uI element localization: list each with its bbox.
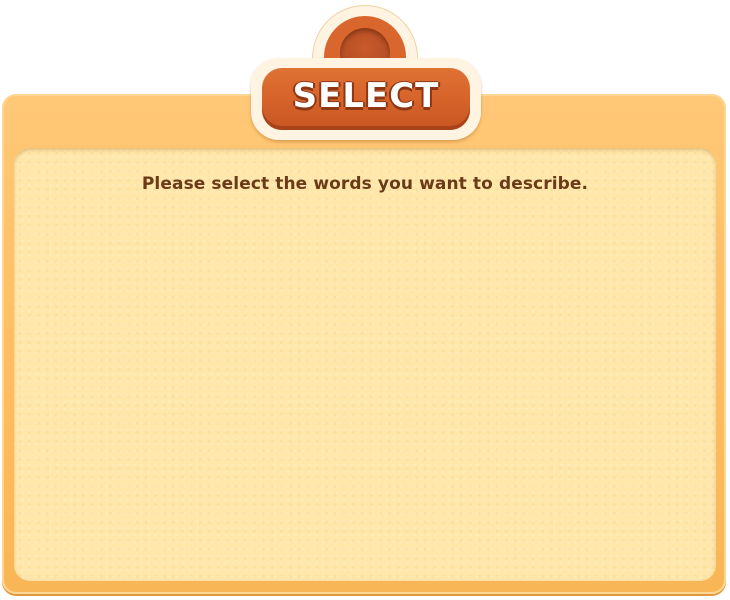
word-selection-area [14, 148, 716, 580]
dialog-title: SELECT [292, 76, 440, 116]
select-dialog: Please select the words you want to desc… [0, 0, 730, 600]
instruction-text: Please select the words you want to desc… [141, 174, 589, 194]
